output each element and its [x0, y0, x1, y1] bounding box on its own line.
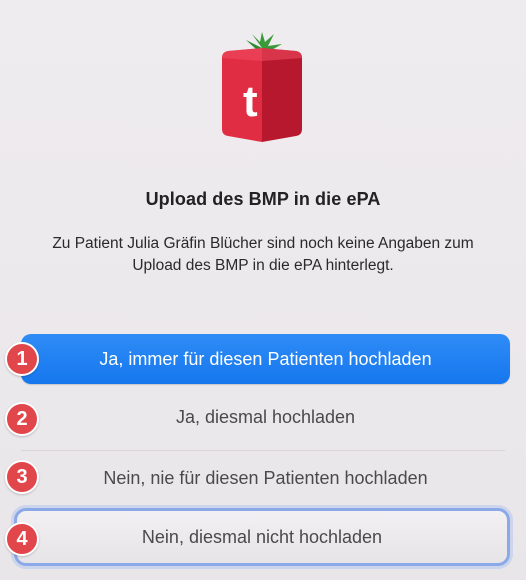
step-badge-4: 4 [5, 522, 39, 556]
step-badge-3: 3 [5, 460, 39, 494]
upload-once-label: Ja, diesmal hochladen [175, 406, 356, 427]
always-upload-label: Ja, immer für diesen Patienten hochladen [99, 348, 432, 369]
never-upload-label: Nein, nie für diesen Patienten hochladen [103, 467, 428, 488]
not-this-time-label: Nein, diesmal nicht hochladen [141, 526, 383, 547]
not-this-time-button[interactable]: Nein, diesmal nicht hochladen [14, 508, 510, 566]
never-upload-button[interactable]: Nein, nie für diesen Patienten hochladen [21, 453, 510, 503]
button-separator [21, 450, 505, 451]
upload-dialog: t Upload des BMP in die ePA Zu Patient J… [0, 0, 526, 580]
step-badge-2: 2 [5, 402, 39, 436]
app-logo-letter: t [243, 77, 258, 126]
dialog-message: Zu Patient Julia Gräfin Blücher sind noc… [52, 235, 474, 274]
app-logo-icon: t [222, 32, 302, 142]
always-upload-button[interactable]: Ja, immer für diesen Patienten hochladen [21, 334, 510, 384]
upload-once-button[interactable]: Ja, diesmal hochladen [21, 392, 510, 442]
dialog-title: Upload des BMP in die ePA [145, 189, 381, 209]
step-badge-1: 1 [5, 342, 39, 376]
